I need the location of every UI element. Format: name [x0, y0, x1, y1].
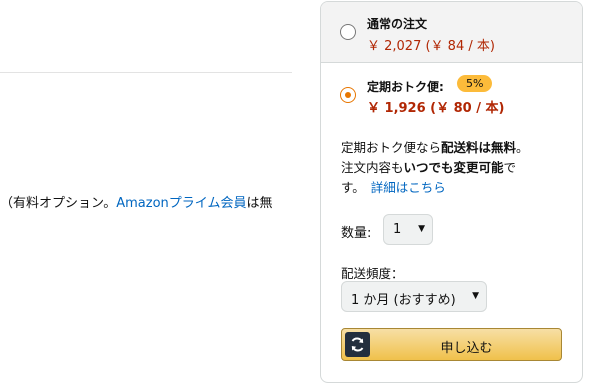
quantity-label: 数量:: [341, 226, 372, 241]
description-line-1: 定期おトク便なら配送料は無料。: [341, 138, 566, 158]
subscribe-description: 定期おトク便なら配送料は無料。 注文内容もいつでも変更可能で す。 詳細はこちら: [341, 138, 566, 198]
description-text: 定期おトク便なら: [341, 140, 442, 155]
one-time-price: ￥ 2,027 (￥ 84 / 本): [367, 39, 495, 54]
description-line-3: す。 詳細はこちら: [341, 178, 566, 198]
quantity-select[interactable]: 1 ▼: [383, 214, 433, 245]
divider: [0, 72, 292, 73]
subscribe-title: 定期おトク便:: [367, 80, 444, 94]
frequency-select[interactable]: 1 か月 (おすすめ) ▼: [341, 281, 487, 312]
prime-note-suffix: は無: [246, 196, 273, 211]
prime-member-link[interactable]: Amazonプライム会員: [116, 196, 246, 211]
subscribe-button-label: 申し込む: [440, 341, 493, 356]
one-time-radio[interactable]: [340, 24, 356, 40]
frequency-value: 1 か月 (おすすめ): [351, 293, 456, 308]
description-text: 。: [516, 140, 529, 155]
buy-box: 通常の注文 ￥ 2,027 (￥ 84 / 本) 定期おトク便: 5% ￥ 1,…: [320, 1, 583, 383]
discount-badge: 5%: [457, 75, 493, 92]
quantity-value: 1: [393, 222, 402, 237]
subscribe-button[interactable]: 申し込む: [341, 328, 562, 361]
description-text: す。: [341, 180, 365, 195]
one-time-title: 通常の注文: [367, 17, 428, 31]
description-line-2: 注文内容もいつでも変更可能で: [341, 158, 566, 178]
subscribe-price: ￥ 1,926 (￥ 80 / 本): [367, 101, 505, 116]
refresh-icon: [345, 332, 370, 357]
changeable-text: いつでも変更可能: [403, 160, 504, 175]
chevron-down-icon: ▼: [418, 224, 425, 234]
description-text: 注文内容も: [341, 160, 404, 175]
details-link[interactable]: 詳細はこちら: [371, 180, 446, 195]
prime-note-prefix: （有料オプション。: [0, 196, 117, 211]
chevron-down-icon: ▼: [472, 291, 479, 301]
frequency-label: 配送頻度：: [341, 266, 404, 281]
prime-note: （有料オプション。Amazonプライム会員は無: [0, 192, 273, 211]
description-text: で: [503, 160, 517, 175]
one-time-purchase-option[interactable]: 通常の注文 ￥ 2,027 (￥ 84 / 本): [321, 2, 582, 63]
free-shipping-text: 配送料は無料: [441, 140, 517, 155]
subscribe-radio[interactable]: [340, 87, 356, 103]
